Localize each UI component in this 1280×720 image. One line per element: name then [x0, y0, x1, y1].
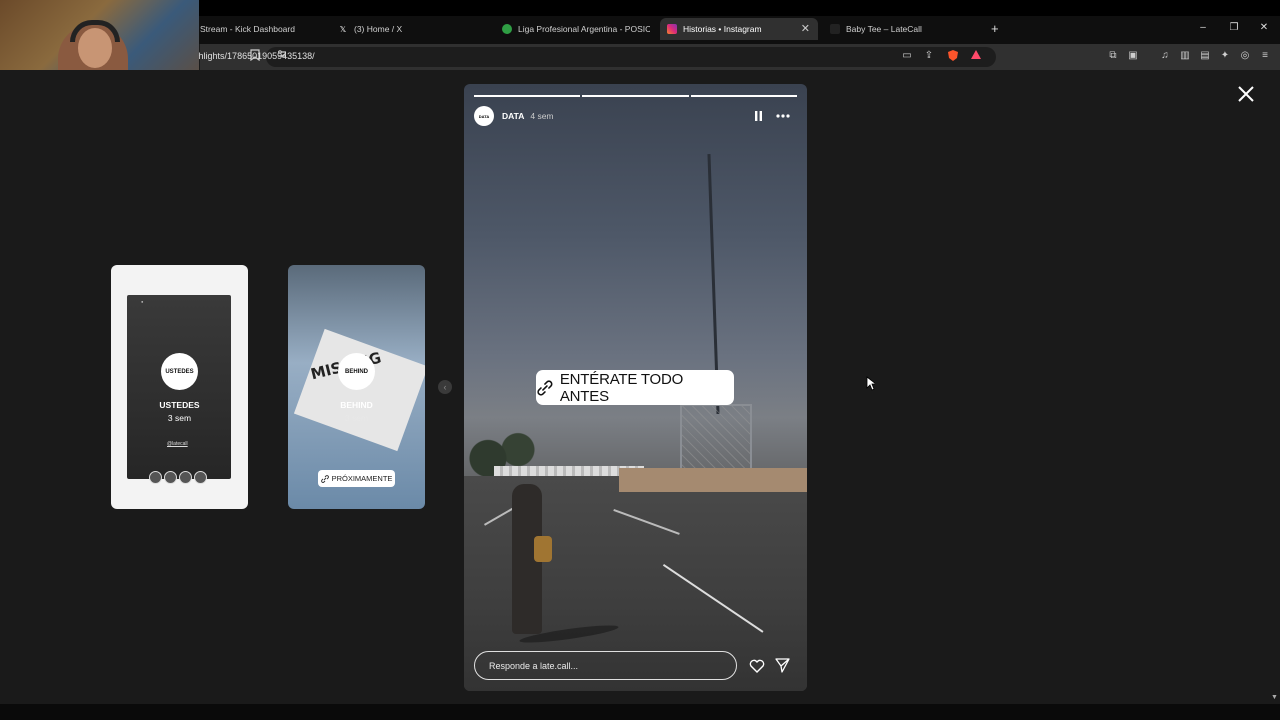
proximamente-sticker: PRÓXIMAMENTE: [318, 470, 395, 487]
heart-icon[interactable]: [749, 658, 765, 673]
minimize-icon[interactable]: –: [1196, 22, 1210, 33]
music-icon[interactable]: ♫: [1158, 49, 1172, 63]
new-tab-button[interactable]: +: [991, 21, 999, 36]
scrollbar[interactable]: [1270, 70, 1280, 704]
latecall-logo-icon: [830, 24, 840, 34]
tab-kick-dashboard[interactable]: Stream - Kick Dashboard: [200, 18, 324, 40]
instagram-logo-icon: [667, 24, 677, 34]
missing-poster: [293, 328, 425, 452]
highlight-card-behind[interactable]: MISSING BEHIND BEHIND 3 sem PRÓXIMAMENTE: [288, 265, 425, 509]
send-icon[interactable]: [775, 658, 790, 673]
highlight-avatar: USTEDES: [161, 353, 198, 390]
story-time: 4 sem: [530, 111, 554, 121]
x-logo-icon: 𝕏: [339, 24, 347, 34]
sticker-row: [149, 471, 207, 484]
close-tab-icon[interactable]: ✕: [801, 22, 810, 35]
reply-input[interactable]: [474, 651, 737, 680]
pause-icon[interactable]: [754, 111, 763, 121]
progress-segment: [690, 95, 797, 97]
highlight-name: USTEDES: [159, 400, 200, 410]
highlight-time: 3 sem: [344, 413, 369, 423]
tab-liga-profesional[interactable]: Liga Profesional Argentina - POSICIO: [502, 18, 650, 40]
close-viewer-icon[interactable]: [1236, 84, 1256, 104]
progress-segment: [582, 95, 689, 97]
story-frame[interactable]: DATA DATA 4 sem ENTÉRATE TODO ANTES: [464, 84, 807, 691]
menu-icon[interactable]: ≡: [1258, 49, 1272, 63]
link-sticker[interactable]: ENTÉRATE TODO ANTES: [536, 370, 734, 405]
cast-icon[interactable]: ▭: [900, 49, 914, 63]
highlight-avatar: BEHIND: [338, 353, 375, 390]
tab-instagram-historias[interactable]: Historias • Instagram ✕: [660, 18, 818, 40]
liga-logo-icon: [502, 24, 512, 34]
story-avatar[interactable]: DATA: [474, 106, 494, 126]
share-icon[interactable]: ⇪: [922, 49, 936, 63]
highlight-handle: @latecall: [167, 441, 188, 447]
tab-x-home[interactable]: 𝕏 (3) Home / X: [338, 18, 488, 40]
wallet-icon[interactable]: ▤: [1198, 49, 1212, 63]
vpn-icon[interactable]: ◎: [1238, 49, 1252, 63]
brave-shield-icon[interactable]: [946, 49, 960, 63]
mouse-cursor-icon: [866, 376, 875, 391]
highlight-card-ustedes[interactable]: ● USTEDES USTEDES 3 sem @latecall: [111, 265, 248, 509]
more-options-icon[interactable]: [776, 112, 790, 120]
sidebar-icon[interactable]: ▥: [1178, 49, 1192, 63]
screenshot-icon[interactable]: ▣: [1126, 49, 1140, 63]
extensions-icon[interactable]: ⧉: [1106, 49, 1120, 63]
leo-ai-icon[interactable]: ✦: [1218, 49, 1232, 63]
story-username[interactable]: DATA: [502, 111, 524, 121]
link-icon: [537, 379, 553, 396]
close-window-icon[interactable]: ✕: [1257, 22, 1271, 33]
scroll-down-icon[interactable]: ▼: [1271, 694, 1278, 701]
address-bar[interactable]: [266, 47, 996, 67]
highlight-name: BEHIND: [340, 400, 373, 410]
highlight-time: 3 sem: [167, 413, 192, 423]
story-progress-bar: [474, 95, 797, 97]
progress-segment: [474, 95, 581, 97]
previous-story-button[interactable]: ‹: [438, 380, 452, 394]
link-icon: [320, 474, 329, 483]
restore-icon[interactable]: ❐: [1227, 22, 1241, 33]
tab-baby-tee[interactable]: Baby Tee – LateCall: [830, 18, 980, 40]
brave-rewards-icon[interactable]: [969, 49, 983, 63]
story-header: DATA DATA 4 sem: [474, 106, 797, 126]
